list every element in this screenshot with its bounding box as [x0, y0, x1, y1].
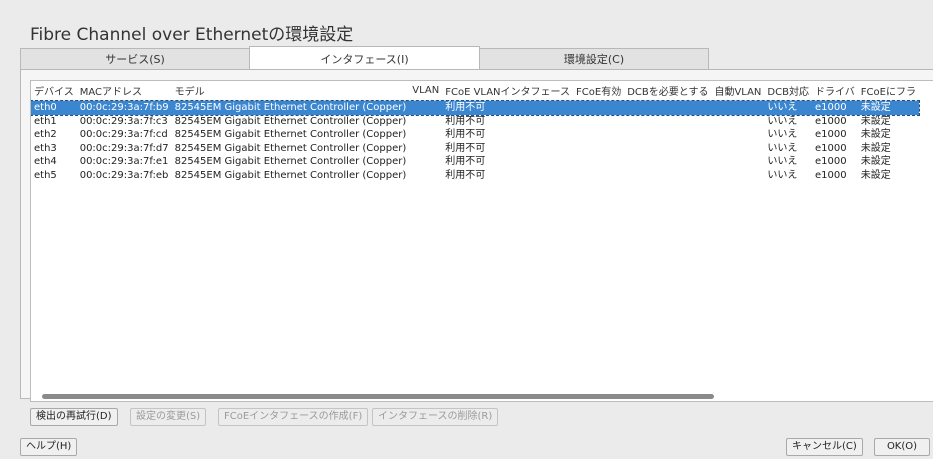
- cell-auto-vlan: [711, 128, 764, 142]
- cell-dcb-required: [624, 142, 711, 156]
- column-header-dcb-capable[interactable]: DCB対応: [764, 81, 812, 101]
- table-row[interactable]: eth4 00:0c:29:3a:7f:e1 82545EM Gigabit E…: [31, 155, 919, 169]
- cell-dcb-capable: いいえ: [767, 129, 798, 141]
- cell-auto-vlan: [711, 142, 764, 156]
- cell-mac: 00:0c:29:3a:7f:eb: [79, 169, 169, 181]
- cell-fcoe-vlan-interface: 利用不可: [445, 115, 486, 127]
- cell-device: eth2: [34, 129, 57, 141]
- cell-vlan: [409, 115, 442, 129]
- cell-dcb-capable: いいえ: [767, 115, 798, 127]
- cell-dcb-capable: いいえ: [764, 100, 812, 115]
- cell-fcoe-enabled: [573, 155, 624, 169]
- column-header-fcoe-flag[interactable]: FCoEにフラ: [857, 81, 919, 101]
- table-row[interactable]: eth5 00:0c:29:3a:7f:eb 82545EM Gigabit E…: [31, 169, 919, 183]
- cell-model: 82545EM Gigabit Ethernet Controller (Cop…: [174, 156, 407, 168]
- cell-fcoe-enabled: [573, 128, 624, 142]
- window-title: Fibre Channel over Ethernetの環境設定: [30, 25, 354, 45]
- cell-device: eth4: [34, 156, 57, 168]
- cell-fcoe-flag: 未設定: [857, 100, 919, 115]
- table-header-row: デバイス MACアドレス モデル VLAN FCoE VLANインタフェース F…: [31, 81, 919, 101]
- cell-auto-vlan: [711, 100, 765, 115]
- cell-fcoe-vlan-interface: 利用不可: [445, 142, 486, 154]
- cell-fcoe-enabled: [573, 142, 624, 156]
- cell-vlan: [409, 128, 442, 142]
- cell-driver: e1000: [811, 100, 858, 115]
- create-fcoe-interface-button[interactable]: FCoEインタフェースの作成(F): [218, 408, 369, 426]
- table-row[interactable]: eth1 00:0c:29:3a:7f:c3 82545EM Gigabit E…: [31, 115, 919, 129]
- cell-mac: 00:0c:29:3a:7f:e1: [79, 156, 169, 168]
- cell-fcoe-flag: 未設定: [860, 129, 891, 141]
- cell-dcb-required: [624, 128, 711, 142]
- column-header-dcb-required[interactable]: DCBを必要とする: [624, 81, 712, 101]
- cell-dcb-required: [624, 155, 711, 169]
- table-row[interactable]: eth0 00:0c:29:3a:7f:b9 82545EM Gigabit E…: [31, 99, 920, 116]
- help-button[interactable]: ヘルプ(H): [20, 438, 78, 456]
- cell-fcoe-enabled: [573, 169, 624, 183]
- horizontal-scrollbar[interactable]: [42, 394, 714, 399]
- cell-driver: e1000: [814, 156, 847, 168]
- cell-driver: e1000: [814, 169, 847, 181]
- column-header-mac[interactable]: MACアドレス: [76, 81, 172, 101]
- cell-dcb-capable: いいえ: [767, 142, 798, 154]
- column-header-device[interactable]: デバイス: [31, 81, 77, 101]
- cell-mac: 00:0c:29:3a:7f:d7: [79, 142, 169, 154]
- tab-configuration[interactable]: 環境設定(C): [479, 48, 709, 70]
- tab-interfaces[interactable]: インタフェース(I): [249, 46, 480, 70]
- retry-detection-button[interactable]: 検出の再試行(D): [30, 408, 118, 426]
- cell-vlan: [409, 142, 442, 156]
- cell-dcb-required: [624, 115, 711, 129]
- cell-driver: e1000: [814, 129, 847, 141]
- column-header-fcoe-vlan-interface[interactable]: FCoE VLANインタフェース: [442, 81, 574, 101]
- tab-services[interactable]: サービス(S): [20, 48, 250, 70]
- cell-dcb-capable: いいえ: [767, 156, 798, 168]
- cell-mac: 00:0c:29:3a:7f:b9: [76, 100, 172, 115]
- cell-fcoe-flag: 未設定: [860, 142, 891, 154]
- cell-model: 82545EM Gigabit Ethernet Controller (Cop…: [174, 169, 407, 181]
- cell-device: eth1: [34, 115, 57, 127]
- cell-fcoe-flag: 未設定: [860, 156, 891, 168]
- cell-fcoe-enabled: [573, 100, 625, 115]
- cell-device: eth0: [31, 100, 77, 115]
- column-header-vlan[interactable]: VLAN: [409, 81, 443, 101]
- cell-auto-vlan: [711, 155, 764, 169]
- cell-auto-vlan: [711, 115, 764, 129]
- cell-mac: 00:0c:29:3a:7f:cd: [79, 129, 168, 141]
- cell-driver: e1000: [814, 115, 847, 127]
- column-header-auto-vlan[interactable]: 自動VLAN: [711, 81, 765, 101]
- cell-model: 82545EM Gigabit Ethernet Controller (Cop…: [174, 142, 407, 154]
- table-row[interactable]: eth3 00:0c:29:3a:7f:d7 82545EM Gigabit E…: [31, 142, 919, 156]
- cell-fcoe-flag: 未設定: [860, 115, 891, 127]
- cell-fcoe-flag: 未設定: [860, 169, 891, 181]
- column-header-driver[interactable]: ドライバ: [811, 81, 858, 101]
- cell-model: 82545EM Gigabit Ethernet Controller (Cop…: [174, 115, 407, 127]
- ok-button[interactable]: OK(O): [874, 438, 930, 456]
- column-header-model[interactable]: モデル: [171, 81, 410, 101]
- cell-vlan: [409, 155, 442, 169]
- cell-dcb-required: [624, 100, 712, 115]
- cell-fcoe-vlan-interface: 利用不可: [445, 156, 486, 168]
- table-row[interactable]: eth2 00:0c:29:3a:7f:cd 82545EM Gigabit E…: [31, 128, 919, 142]
- cell-dcb-required: [624, 169, 711, 183]
- change-settings-button[interactable]: 設定の変更(S): [130, 408, 207, 426]
- cell-fcoe-vlan-interface: 利用不可: [442, 100, 574, 115]
- cell-driver: e1000: [814, 142, 847, 154]
- remove-interface-button[interactable]: インタフェースの削除(R): [372, 408, 499, 426]
- cell-device: eth5: [34, 169, 57, 181]
- cell-auto-vlan: [711, 169, 764, 183]
- cell-vlan: [409, 100, 443, 115]
- interfaces-table[interactable]: デバイス MACアドレス モデル VLAN FCoE VLANインタフェース F…: [30, 80, 933, 402]
- cell-model: 82545EM Gigabit Ethernet Controller (Cop…: [174, 129, 407, 141]
- cell-device: eth3: [34, 142, 57, 154]
- cell-vlan: [409, 169, 442, 183]
- cell-dcb-capable: いいえ: [767, 169, 798, 181]
- cancel-button[interactable]: キャンセル(C): [786, 438, 863, 456]
- cell-model: 82545EM Gigabit Ethernet Controller (Cop…: [171, 100, 410, 115]
- cell-fcoe-enabled: [573, 115, 624, 129]
- cell-fcoe-vlan-interface: 利用不可: [445, 129, 486, 141]
- cell-fcoe-vlan-interface: 利用不可: [445, 169, 486, 181]
- cell-mac: 00:0c:29:3a:7f:c3: [79, 115, 168, 127]
- column-header-fcoe-enabled[interactable]: FCoE有効: [573, 81, 625, 101]
